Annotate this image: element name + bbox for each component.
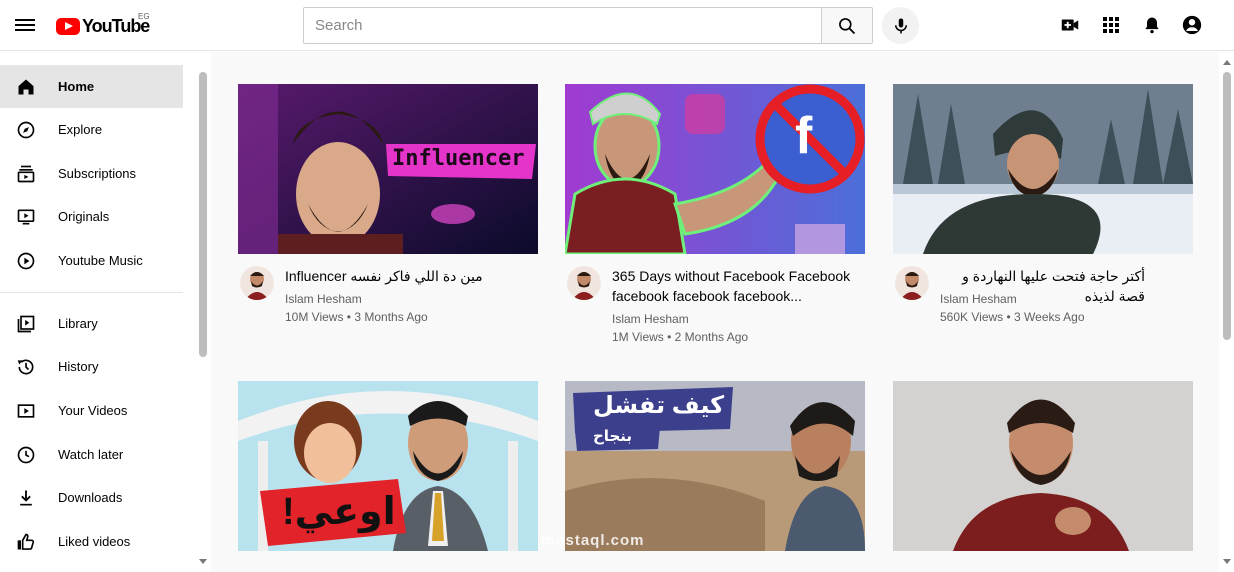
sidebar-item-label: Originals [58, 209, 110, 224]
sidebar-scroll-down-icon[interactable] [199, 559, 207, 564]
video-card[interactable]: أكتر حاجة فتحت عليها النهاردة و قصة لذيذ… [893, 84, 1193, 364]
sidebar-item-label: Home [58, 79, 95, 94]
music-icon [15, 250, 37, 272]
thumbnail-image [893, 84, 1193, 254]
sidebar-item-label: History [58, 359, 99, 374]
sidebar-item-label: Explore [58, 122, 103, 137]
subscriptions-icon [15, 163, 37, 185]
sidebar-item-label: Liked videos [58, 534, 131, 549]
sidebar-item-label: Youtube Music [58, 253, 143, 268]
bell-icon [1145, 17, 1159, 34]
video-thumbnail[interactable]: اوعي! [238, 381, 538, 551]
sidebar-item-history[interactable]: History [0, 345, 183, 388]
page-scrollbar-thumb[interactable] [1223, 72, 1231, 340]
sidebar-item-youtube-music[interactable]: Youtube Music [0, 239, 183, 282]
video-card[interactable] [893, 381, 1193, 551]
youtube-logo[interactable]: YouTube EG [56, 12, 150, 38]
search-bar [303, 7, 873, 44]
country-code: EG [138, 12, 150, 21]
sidebar-item-label: Your Videos [58, 403, 128, 418]
video-title[interactable]: 365 Days without Facebook Facebook faceb… [612, 266, 862, 306]
sidebar-scrollbar[interactable] [199, 72, 207, 357]
video-stats: 10M Views • 3 Months Ago [285, 310, 428, 324]
video-stats: 560K Views • 3 Weeks Ago [940, 310, 1085, 324]
thumbnail-image [565, 84, 865, 254]
scroll-up-icon[interactable] [1223, 60, 1231, 65]
library-icon [15, 313, 37, 335]
sidebar-item-home[interactable]: Home [0, 65, 183, 108]
top-bar: YouTube EG [0, 0, 1234, 51]
channel-name[interactable]: Islam Hesham [940, 292, 1017, 306]
channel-name[interactable]: Islam Hesham [285, 292, 362, 306]
video-thumbnail[interactable] [893, 381, 1193, 551]
video-card[interactable]: f 365 Days without Facebook Facebook fac… [565, 84, 865, 364]
thumbs-up-icon [15, 531, 37, 553]
clock-icon [15, 444, 37, 466]
originals-icon [15, 206, 37, 228]
video-card[interactable]: Influencer Influencer مين دة اللي فاكر ن… [238, 84, 538, 364]
menu-icon[interactable] [15, 16, 35, 34]
video-stats: 1M Views • 2 Months Ago [612, 330, 749, 344]
sidebar-item-label: Subscriptions [58, 166, 137, 181]
apps-button[interactable] [1099, 13, 1123, 37]
thumbnail-text: كيف تفشل [593, 392, 725, 419]
sidebar: Home Explore Subscriptions Originals You… [0, 52, 196, 572]
notifications-button[interactable] [1140, 13, 1164, 37]
play-logo-icon [56, 17, 80, 35]
download-icon [15, 487, 37, 509]
sidebar-item-your-videos[interactable]: Your Videos [0, 389, 183, 432]
video-card[interactable]: اوعي! [238, 381, 538, 551]
video-camera-plus-icon [1061, 19, 1079, 31]
video-grid: Influencer Influencer مين دة اللي فاكر ن… [211, 52, 1219, 572]
search-icon [839, 17, 856, 34]
sidebar-item-liked-videos[interactable]: Liked videos [0, 520, 183, 563]
sidebar-item-explore[interactable]: Explore [0, 108, 183, 151]
watermark-text: mostaql.com [541, 532, 645, 549]
channel-avatar[interactable] [567, 266, 601, 300]
voice-search-button[interactable] [882, 7, 919, 44]
channel-avatar[interactable] [240, 266, 274, 300]
video-card[interactable]: كيف تفشل بنجاح [565, 381, 865, 551]
thumbnail-text: اوعي! [282, 491, 396, 533]
account-button[interactable] [1180, 13, 1204, 37]
thumbnail-image [893, 381, 1193, 551]
account-circle-icon [1182, 15, 1202, 35]
search-button[interactable] [821, 7, 873, 44]
sidebar-item-label: Downloads [58, 490, 123, 505]
sidebar-item-label: Library [58, 316, 98, 331]
sidebar-item-watch-later[interactable]: Watch later [0, 433, 183, 476]
video-meta: Influencer مين دة اللي فاكر نفسه Islam H… [238, 254, 538, 364]
home-icon [15, 76, 37, 98]
sidebar-item-subscriptions[interactable]: Subscriptions [0, 152, 183, 195]
search-input[interactable] [303, 7, 821, 44]
thumbnail-subtext: بنجاح [593, 428, 633, 445]
video-thumbnail[interactable]: f [565, 84, 865, 254]
compass-icon [15, 119, 37, 141]
scroll-down-icon[interactable] [1223, 559, 1231, 564]
video-thumbnail[interactable] [893, 84, 1193, 254]
microphone-icon [894, 18, 907, 33]
channel-name[interactable]: Islam Hesham [612, 312, 689, 326]
sidebar-item-downloads[interactable]: Downloads [0, 476, 183, 519]
sidebar-item-originals[interactable]: Originals [0, 195, 183, 238]
your-videos-icon [15, 400, 37, 422]
sidebar-divider [0, 292, 183, 293]
sidebar-item-library[interactable]: Library [0, 302, 183, 345]
facebook-logo-icon: f [795, 107, 813, 165]
channel-avatar[interactable] [895, 266, 929, 300]
history-icon [15, 356, 37, 378]
video-thumbnail[interactable]: كيف تفشل بنجاح [565, 381, 865, 551]
create-video-button[interactable] [1058, 13, 1082, 37]
video-meta: أكتر حاجة فتحت عليها النهاردة و قصة لذيذ… [893, 254, 1193, 364]
video-meta: 365 Days without Facebook Facebook faceb… [565, 254, 865, 364]
video-thumbnail[interactable]: Influencer [238, 84, 538, 254]
video-title[interactable]: Influencer مين دة اللي فاكر نفسه [285, 266, 535, 286]
sidebar-item-label: Watch later [58, 447, 124, 462]
apps-grid-icon [1103, 17, 1119, 33]
thumbnail-text: Influencer [392, 146, 525, 171]
